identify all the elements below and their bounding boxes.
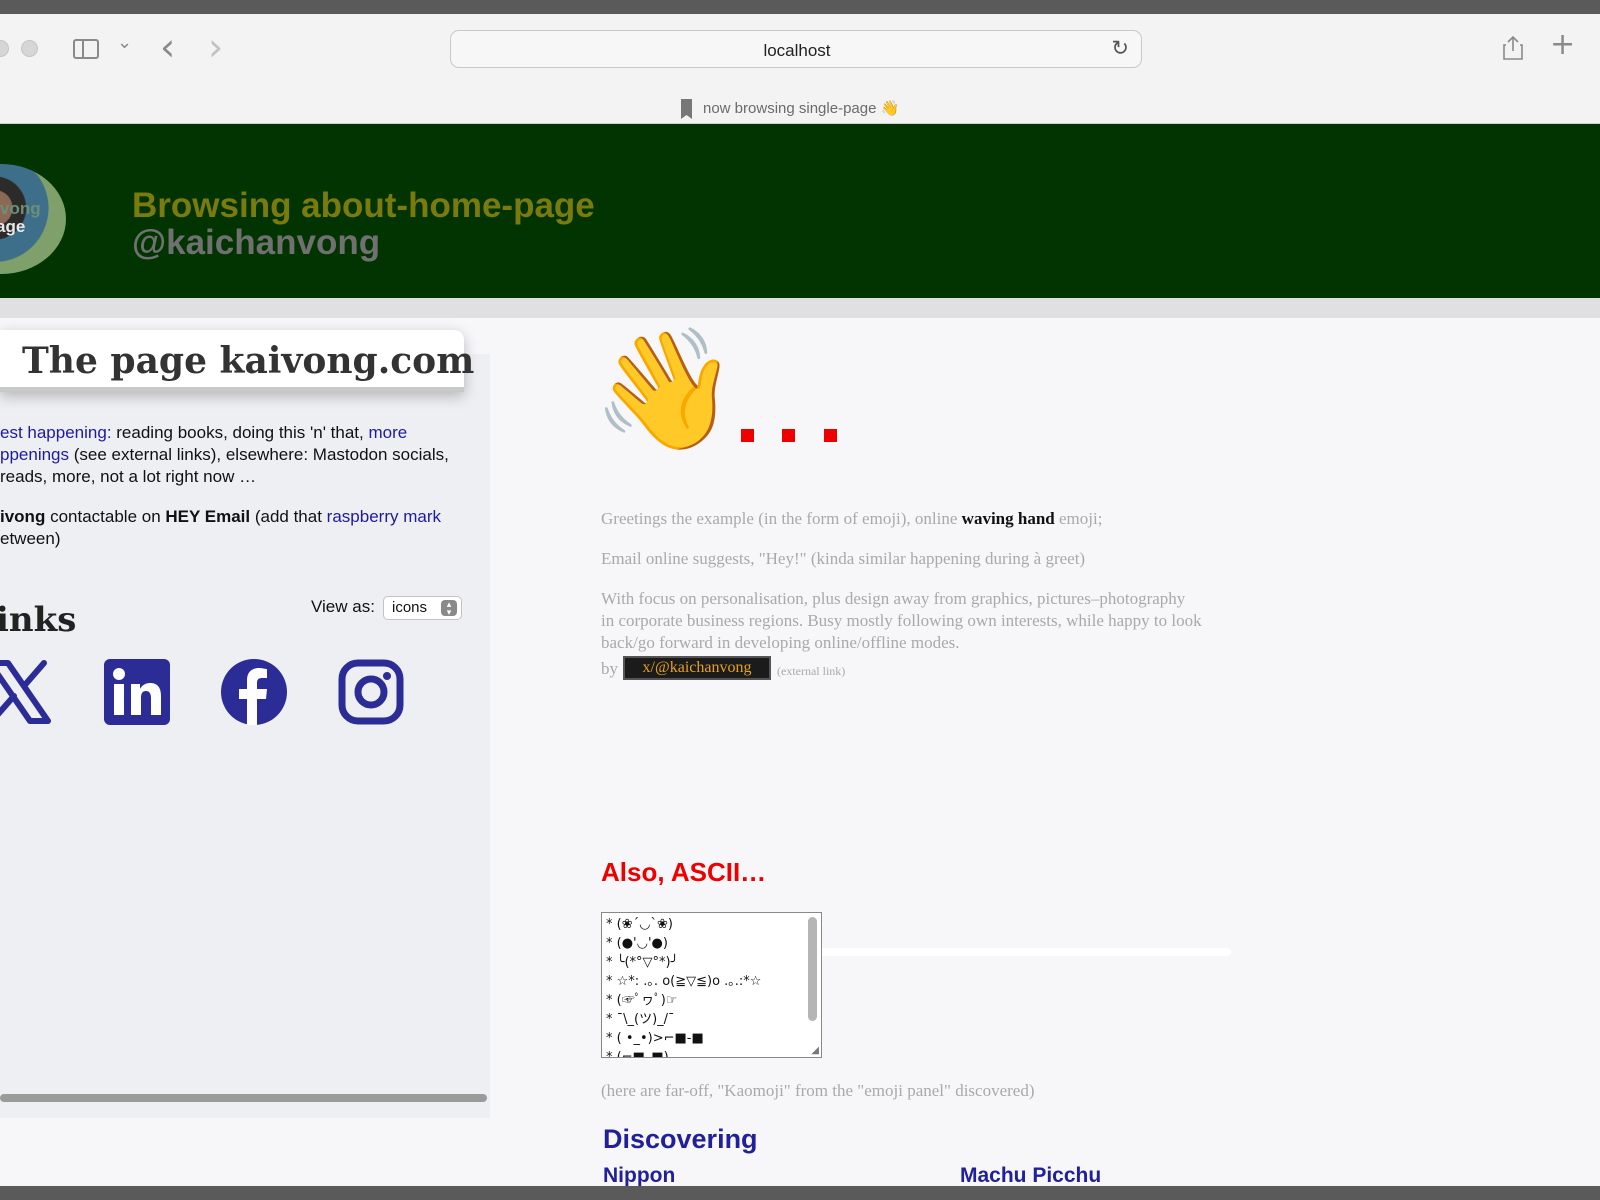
new-tab-icon[interactable]: + — [1550, 30, 1575, 60]
select-arrows-icon: ▴ ▾ — [441, 600, 457, 617]
kaomoji-line: * (❀´◡`❀) — [606, 917, 673, 932]
url-text: localhost — [763, 41, 831, 60]
kaomoji-line: * (⌐■_■) — [606, 1050, 669, 1058]
panel-text-line: etween) — [0, 529, 61, 548]
textarea-scrollbar[interactable] — [808, 917, 817, 1021]
ellipsis-dot — [824, 429, 837, 442]
bookmark-favicon-icon — [681, 99, 692, 119]
nippon-link[interactable]: Nippon — [603, 1164, 675, 1186]
by-label: by — [601, 659, 618, 678]
window-control-button[interactable] — [0, 40, 9, 57]
focus-paragraph-line: With focus on personalisation, plus desi… — [601, 589, 1186, 608]
ascii-heading: Also, ASCII… — [601, 857, 767, 887]
sidebar-icon[interactable] — [73, 39, 99, 59]
back-icon[interactable]: ‹ — [160, 28, 175, 66]
panel-title: The page kaivong.com — [22, 340, 475, 382]
ellipsis-dot — [782, 429, 795, 442]
waving-hand-text: waving hand — [961, 509, 1055, 528]
kaomoji-line: * (●'◡'●) — [606, 936, 668, 951]
panel-text-line: ivong contactable on HEY Email (add that… — [0, 506, 441, 528]
view-as-label: View as: — [311, 597, 375, 616]
intro-text: Greetings the example (in the form of em… — [601, 509, 962, 528]
linkedin-icon[interactable] — [104, 659, 170, 725]
user-handle: @kaichanvong — [132, 223, 381, 262]
panel-title-card: The page kaivong.com — [0, 330, 474, 392]
horizontal-scrollbar[interactable] — [0, 1094, 487, 1102]
resize-handle-icon[interactable]: ◢ — [811, 1045, 819, 1056]
intro-paragraph: Greetings the example (in the form of em… — [601, 508, 1102, 530]
kaomoji-line: * ( •_•)>⌐■-■ — [606, 1031, 704, 1046]
kaomoji-line: * ╰(*°▽°*)╯ — [606, 955, 679, 970]
kaomoji-line: * ☆*: .｡. o(≧▽≦)o .｡.:*☆ — [606, 974, 762, 989]
kaomoji-line: * ¯\_(ツ)_/¯ — [606, 1012, 675, 1027]
facebook-icon[interactable] — [221, 659, 287, 725]
browser-toolbar: ⌄ ‹ › localhost ↻ + now browsing single-… — [0, 14, 1600, 124]
twitter-handle-link[interactable]: x/@kaichanvong — [623, 656, 771, 680]
machu-picchu-link[interactable]: Machu Picchu — [960, 1164, 1101, 1186]
x-icon[interactable] — [0, 659, 52, 725]
avatar-text: vong — [0, 199, 41, 218]
panel-text-line: reads, more, not a lot right now … — [0, 467, 257, 486]
kaomoji-line: * (☞ﾟヮﾟ)☞ — [606, 993, 678, 1008]
kaomoji-textarea[interactable]: * (❀´◡`❀) * (●'◡'●) * ╰(*°▽°*)╯ * ☆*: .｡… — [601, 912, 822, 1058]
email-paragraph: Email online suggests, "Hey!" (kinda sim… — [601, 549, 1086, 568]
instagram-icon[interactable] — [338, 659, 404, 725]
intro-text: emoji; — [1054, 509, 1103, 528]
ellipsis-dot — [741, 429, 754, 442]
view-as-value: icons — [392, 599, 428, 616]
address-bar[interactable]: localhost ↻ — [450, 30, 1142, 68]
waving-hand-emoji: 👋 — [592, 320, 739, 458]
forward-icon[interactable]: › — [208, 28, 223, 66]
view-as-select[interactable]: icons ▴ ▾ — [383, 596, 462, 620]
page-title: Browsing about-home-page — [132, 186, 595, 225]
raspberry-mark-link[interactable]: raspberry mark — [327, 507, 441, 526]
name-text: ivong — [0, 507, 46, 526]
panel-text: contactable on — [45, 507, 166, 526]
chevron-down-icon[interactable]: ⌄ — [117, 34, 132, 52]
window-control-button[interactable] — [21, 40, 38, 57]
links-heading: inks — [0, 600, 77, 640]
avatar[interactable]: vong age — [0, 164, 66, 274]
hey-email-text: HEY Email — [165, 507, 251, 526]
focus-paragraph-line: back/go forward in developing online/off… — [601, 633, 960, 652]
tab-title[interactable]: now browsing single-page 👋 — [703, 99, 899, 117]
panel-text: (see external links), elsewhere: Mastodo… — [69, 445, 449, 464]
kaomoji-note: (here are far-off, "Kaomoji" from the "e… — [601, 1081, 1035, 1100]
panel-text: (add that — [250, 507, 327, 526]
more-link[interactable]: more — [368, 423, 407, 442]
panel-text-line: est happening: reading books, doing this… — [0, 422, 407, 444]
reload-icon[interactable]: ↻ — [1111, 38, 1129, 59]
panel-text: reading books, doing this 'n' that, — [111, 423, 369, 442]
share-icon[interactable] — [1503, 35, 1523, 60]
header-divider — [0, 298, 1600, 318]
avatar-text: age — [0, 217, 26, 236]
discovering-heading: Discovering — [603, 1124, 758, 1154]
tab-bar: now browsing single-page 👋 — [0, 94, 1600, 120]
panel-text-line: ppenings (see external links), elsewhere… — [0, 444, 449, 466]
page-content: vong age Browsing about-home-page @kaich… — [0, 124, 1600, 1186]
site-header: vong age Browsing about-home-page @kaich… — [0, 124, 1600, 298]
latest-happening-link[interactable]: est happening: — [0, 423, 112, 442]
focus-paragraph-line: in corporate business regions. Busy most… — [601, 611, 1202, 630]
happenings-link[interactable]: ppenings — [0, 445, 69, 464]
external-link-note: (external link) — [777, 664, 846, 678]
